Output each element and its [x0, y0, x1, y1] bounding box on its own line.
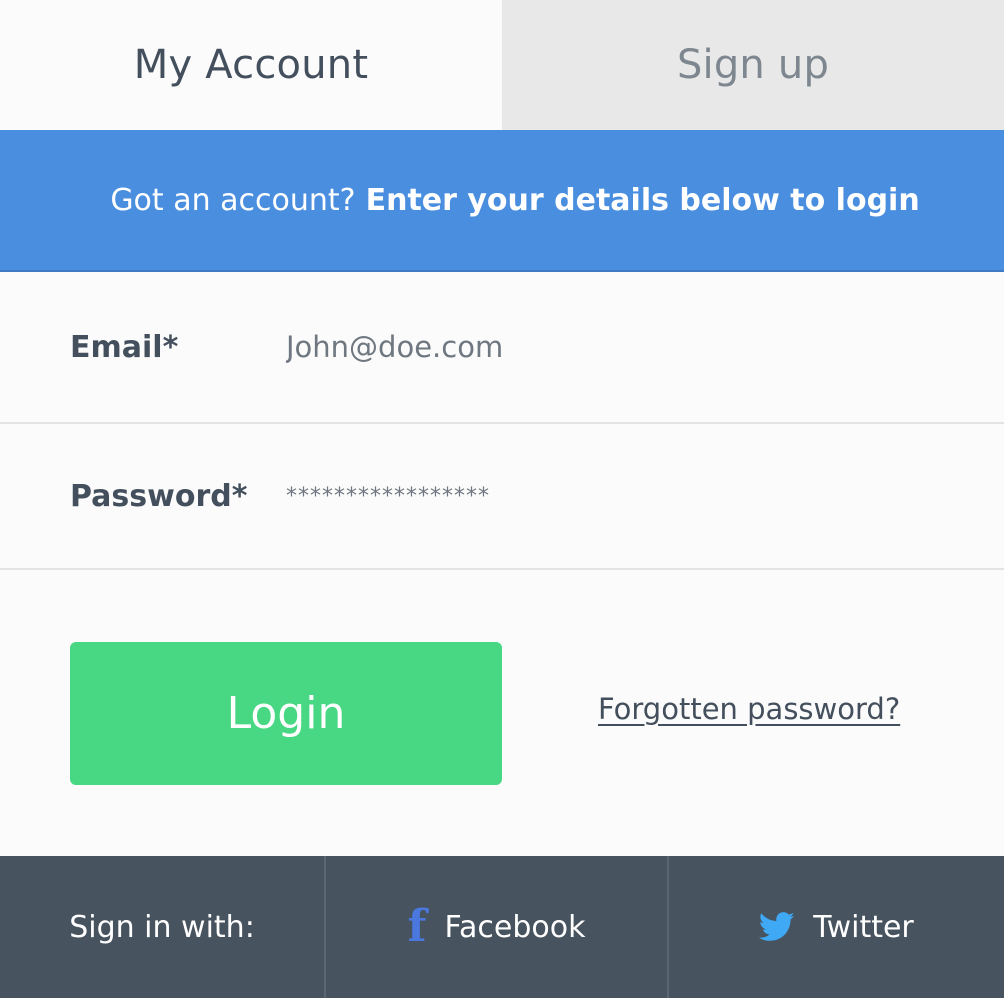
- email-field[interactable]: [286, 330, 926, 364]
- login-panel: My Account Sign up Got an account? Enter…: [0, 0, 1004, 998]
- password-field[interactable]: [286, 483, 926, 509]
- twitter-icon: [759, 912, 795, 941]
- banner-strong-text: Enter your details below to login: [365, 182, 920, 218]
- login-button[interactable]: Login: [70, 642, 502, 785]
- facebook-label: Facebook: [444, 909, 586, 945]
- password-label: Password*: [70, 478, 248, 514]
- info-banner: Got an account? Enter your details below…: [0, 130, 1004, 272]
- email-label: Email*: [70, 329, 179, 365]
- banner-lead-text: Got an account?: [110, 182, 356, 218]
- facebook-icon: f: [407, 901, 427, 952]
- tab-sign-up[interactable]: Sign up: [502, 0, 1004, 130]
- actions-area: Login Forgotten password?: [0, 570, 1004, 858]
- forgotten-password-link[interactable]: Forgotten password?: [598, 692, 900, 726]
- tab-my-account[interactable]: My Account: [0, 0, 502, 130]
- sign-in-with-label: Sign in with:: [0, 856, 326, 998]
- password-row: Password*: [0, 424, 1004, 570]
- email-row: Email*: [0, 272, 1004, 424]
- twitter-label: Twitter: [813, 909, 914, 945]
- twitter-button[interactable]: Twitter: [669, 856, 1004, 998]
- facebook-button[interactable]: f Facebook: [326, 856, 669, 998]
- tab-bar: My Account Sign up: [0, 0, 1004, 130]
- social-footer: Sign in with: f Facebook Twitter: [0, 856, 1004, 998]
